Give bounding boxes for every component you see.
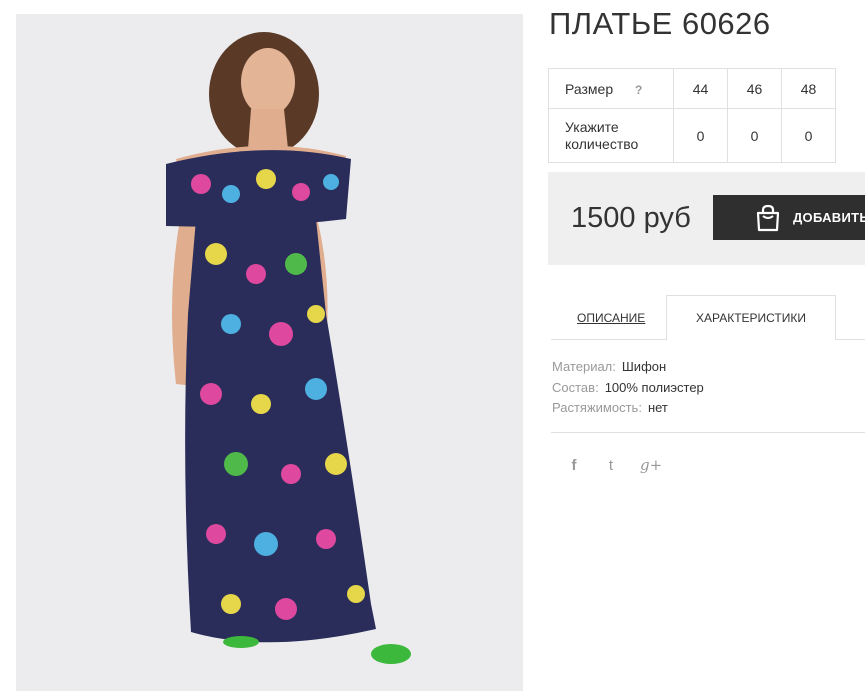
tab-characteristics[interactable]: ХАРАКТЕРИСТИКИ (666, 295, 836, 340)
product-tabs: ОПИСАНИЕ ХАРАКТЕРИСТИКИ (551, 295, 865, 340)
quantity-label-cell: Укажите количество (548, 108, 674, 163)
size-label-cell: Размер ? (548, 68, 674, 109)
size-value-44: 44 (673, 68, 728, 109)
size-help-icon[interactable]: ? (635, 83, 642, 97)
price-box: 1500 руб ДОБАВИТЬ (548, 172, 865, 265)
prop-row: Состав: 100% полиэстер (552, 378, 704, 399)
divider (551, 432, 865, 433)
product-title: ПЛАТЬЕ 60626 (549, 6, 771, 41)
google-plus-icon[interactable]: g+ (640, 456, 662, 474)
add-to-cart-button[interactable]: ДОБАВИТЬ (713, 195, 865, 240)
prop-row: Материал: Шифон (552, 357, 704, 378)
prop-value: нет (647, 400, 668, 415)
prop-value: Шифон (621, 359, 667, 374)
add-to-cart-label: ДОБАВИТЬ (793, 210, 865, 225)
quantity-input-48[interactable]: 0 (781, 108, 836, 163)
social-share: f t g+ (566, 456, 663, 474)
prop-key: Состав: (552, 379, 599, 395)
prop-value: 100% полиэстер (604, 379, 704, 395)
size-label: Размер (565, 80, 614, 97)
quantity-label-line1: Укажите (565, 118, 619, 135)
product-photo[interactable] (16, 14, 523, 691)
size-value-46: 46 (727, 68, 782, 109)
prop-key: Растяжимость: (552, 400, 642, 415)
size-value-48: 48 (781, 68, 836, 109)
characteristics-list: Материал: Шифон Состав: 100% полиэстер Рас… (552, 357, 704, 419)
quantity-input-46[interactable]: 0 (727, 108, 782, 163)
prop-key: Материал: (552, 359, 616, 374)
shopping-bag-icon (756, 204, 780, 231)
quantity-input-44[interactable]: 0 (673, 108, 728, 163)
price: 1500 руб (571, 202, 691, 234)
size-quantity-table: Размер ? 44 46 48 Укажите количество 0 0… (548, 68, 836, 163)
dress-model-image (166, 32, 411, 664)
facebook-icon[interactable]: f (566, 457, 582, 474)
tab-description[interactable]: ОПИСАНИЕ (577, 311, 645, 325)
quantity-label-line2: количество (565, 135, 639, 152)
twitter-icon[interactable]: t (603, 457, 619, 474)
prop-row: Растяжимость: нет (552, 398, 704, 419)
